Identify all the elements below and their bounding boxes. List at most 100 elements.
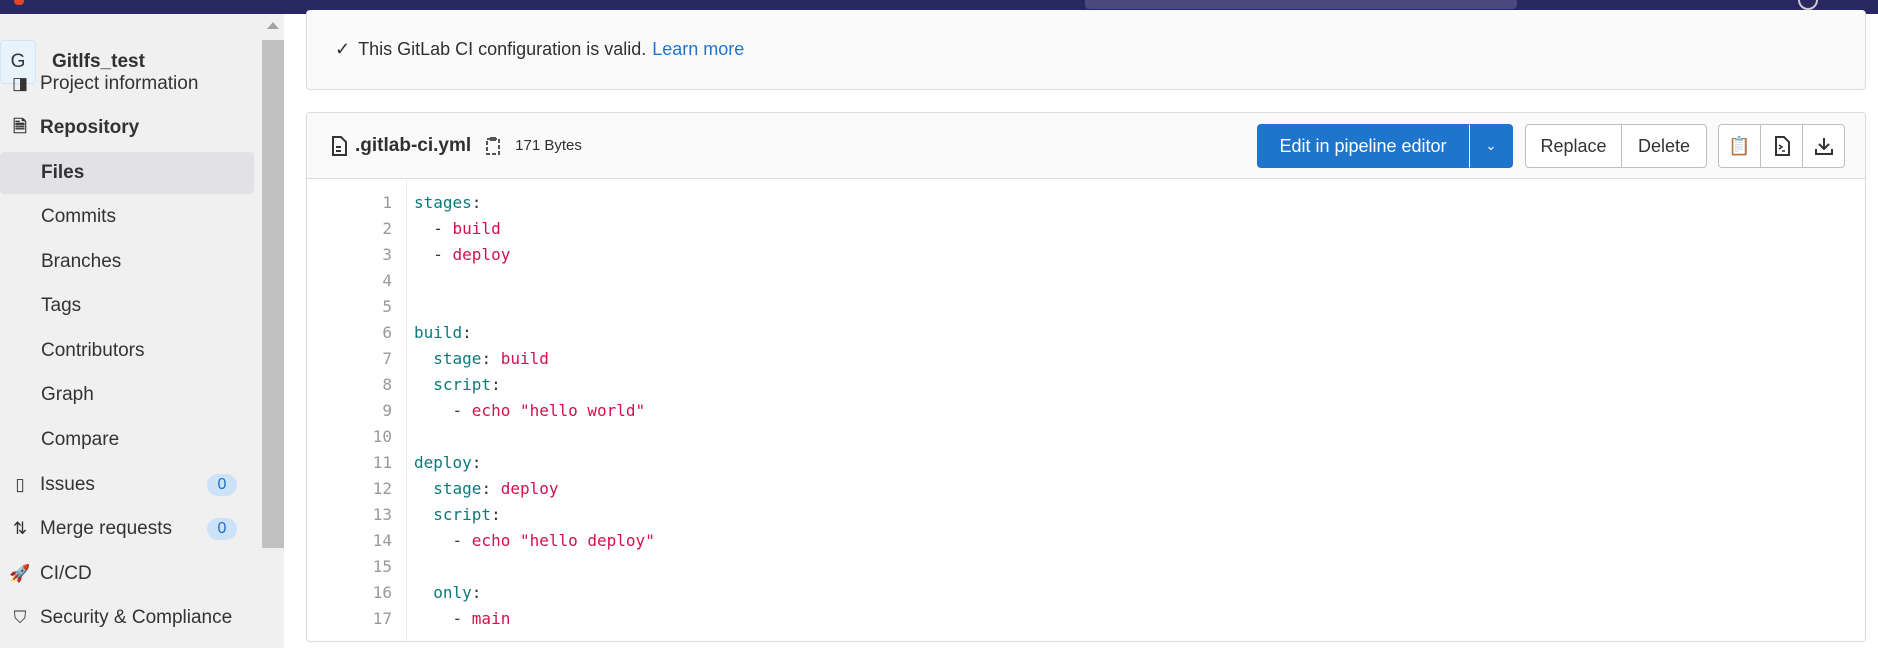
line-number: 5 xyxy=(382,297,392,316)
line-number: 6 xyxy=(382,323,392,342)
code-line: stage: deploy xyxy=(414,479,559,498)
scroll-up-arrow-icon[interactable] xyxy=(267,22,279,29)
yaml-key: stage xyxy=(433,479,482,498)
download-icon xyxy=(1814,138,1833,155)
sidebar-item-label: Contributors xyxy=(41,340,145,361)
sidebar-item-label: Merge requests xyxy=(40,518,173,539)
code-line: deploy: xyxy=(414,453,481,472)
sidebar-item-label: CI/CD xyxy=(40,563,92,584)
yaml-punct: - xyxy=(414,531,472,550)
edit-dropdown-button[interactable]: ⌄ xyxy=(1469,124,1513,168)
sidebar-item-label: Security & Compliance xyxy=(40,607,233,628)
alert-text: This GitLab CI configuration is valid. xyxy=(358,39,647,59)
issues-icon: ▯ xyxy=(15,475,25,494)
file-icon xyxy=(332,135,347,156)
sidebar-item-repository[interactable]: 🗎 Repository xyxy=(0,107,254,149)
yaml-punct xyxy=(414,349,433,368)
file-name: .gitlab-ci.yml xyxy=(355,134,472,156)
sidebar-item-files[interactable]: Files xyxy=(0,152,254,194)
yaml-value: build xyxy=(500,349,549,368)
rocket-icon: 🚀 xyxy=(9,564,31,583)
delete-button[interactable]: Delete xyxy=(1621,124,1707,168)
file-size: 171 Bytes xyxy=(515,137,582,154)
yaml-key: stages xyxy=(414,193,472,212)
copy-icon: 📋 xyxy=(1728,135,1751,156)
line-number: 4 xyxy=(382,271,392,290)
chevron-down-icon: ⌄ xyxy=(1485,138,1497,153)
line-number: 16 xyxy=(372,583,392,602)
yaml-punct: : xyxy=(471,583,482,602)
sidebar-scrollbar[interactable] xyxy=(262,14,284,648)
yaml-key: script xyxy=(433,505,492,524)
file-viewer: .gitlab-ci.yml 171 Bytes Edit in pipelin… xyxy=(306,112,1866,642)
sidebar-item-label: Commits xyxy=(41,206,116,227)
yaml-key: build xyxy=(414,323,463,342)
line-numbers: 1 2 3 4 5 6 7 8 9 10 11 12 13 14 15 16 17 xyxy=(307,179,407,641)
sidebar: G Gitlfs_test ◨ Project information 🗎 Repos… xyxy=(0,14,262,648)
yaml-punct xyxy=(414,583,433,602)
yaml-punct: - xyxy=(414,609,472,628)
copy-contents-button[interactable]: 📋 xyxy=(1718,124,1761,168)
code-line: - echo "hello deploy" xyxy=(414,531,655,550)
replace-button[interactable]: Replace xyxy=(1525,124,1622,168)
user-avatar[interactable] xyxy=(1798,0,1818,10)
sidebar-item-security-compliance[interactable]: ⛉ Security & Compliance xyxy=(0,597,254,639)
yaml-key: script xyxy=(433,375,492,394)
sidebar-item-graph[interactable]: Graph xyxy=(0,374,254,416)
download-button[interactable] xyxy=(1802,124,1845,168)
line-number: 14 xyxy=(372,531,392,550)
yaml-key: deploy xyxy=(414,453,472,472)
line-number: 15 xyxy=(372,557,392,576)
sidebar-item-label: Branches xyxy=(41,251,122,272)
code-line: - main xyxy=(414,609,511,628)
yaml-value: build xyxy=(452,219,501,238)
sidebar-item-merge-requests[interactable]: ⇅ Merge requests 0 xyxy=(0,508,254,550)
yaml-value: echo "hello deploy" xyxy=(471,531,655,550)
yaml-key: stage xyxy=(433,349,482,368)
yaml-punct: : xyxy=(471,453,482,472)
yaml-punct: : xyxy=(491,375,501,394)
yaml-punct: : xyxy=(481,479,501,498)
yaml-key: only xyxy=(433,583,472,602)
sidebar-item-tags[interactable]: Tags xyxy=(0,285,254,327)
line-number: 13 xyxy=(372,505,392,524)
sidebar-item-label: Graph xyxy=(41,384,94,405)
sidebar-item-ci-cd[interactable]: 🚀 CI/CD xyxy=(0,553,254,595)
code-line: - build xyxy=(414,219,501,238)
line-number: 9 xyxy=(382,401,392,420)
code-line: stages: xyxy=(414,193,481,212)
edit-in-pipeline-editor-button[interactable]: Edit in pipeline editor xyxy=(1257,124,1469,168)
sidebar-item-label: Tags xyxy=(41,295,82,316)
code-line: script: xyxy=(414,375,501,394)
line-number: 10 xyxy=(372,427,392,446)
line-number: 3 xyxy=(382,245,392,264)
shield-icon: ⛉ xyxy=(13,608,27,627)
sidebar-item-label: Files xyxy=(41,162,85,183)
search-bar[interactable] xyxy=(1085,0,1517,9)
gitlab-logo[interactable] xyxy=(14,0,24,5)
count-badge: 0 xyxy=(207,518,237,540)
project-info-icon: ◨ xyxy=(11,74,29,93)
code-view: 1 2 3 4 5 6 7 8 9 10 11 12 13 14 15 16 17 stages: - buil… xyxy=(307,179,1865,641)
file-header: .gitlab-ci.yml 171 Bytes Edit in pipelin… xyxy=(307,113,1865,179)
sidebar-item-label: Issues xyxy=(40,474,95,495)
sidebar-item-project-information[interactable]: ◨ Project information xyxy=(0,63,254,105)
line-number: 17 xyxy=(372,609,392,628)
yaml-punct: : xyxy=(471,193,482,212)
open-raw-button[interactable] xyxy=(1760,124,1803,168)
sidebar-item-label: Repository xyxy=(40,117,140,138)
copy-path-icon[interactable] xyxy=(485,136,501,156)
ci-valid-alert: ✓ This GitLab CI configuration is valid.… xyxy=(306,10,1866,90)
scrollbar-thumb[interactable] xyxy=(262,40,284,548)
learn-more-link[interactable]: Learn more xyxy=(652,39,744,60)
merge-request-icon: ⇅ xyxy=(12,519,28,538)
yaml-value: deploy xyxy=(500,479,559,498)
sidebar-item-commits[interactable]: Commits xyxy=(0,196,254,238)
sidebar-item-issues[interactable]: ▯ Issues 0 xyxy=(0,464,254,506)
line-number: 2 xyxy=(382,219,392,238)
sidebar-item-branches[interactable]: Branches xyxy=(0,241,254,283)
yaml-punct xyxy=(414,375,433,394)
sidebar-item-compare[interactable]: Compare xyxy=(0,419,254,461)
sidebar-item-contributors[interactable]: Contributors xyxy=(0,330,254,372)
yaml-value: echo "hello world" xyxy=(471,401,646,420)
